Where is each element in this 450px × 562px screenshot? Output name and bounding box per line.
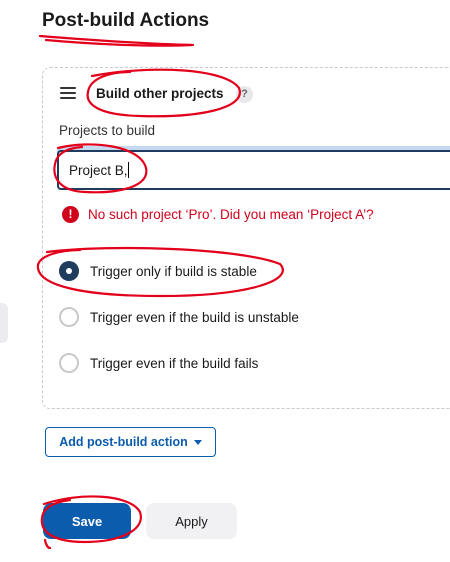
hamburger-icon[interactable] <box>60 87 76 101</box>
radio-label[interactable]: Trigger only if build is stable <box>90 264 257 279</box>
error-text: No such project ‘Pro’. Did you mean ‘Pro… <box>88 207 374 222</box>
radio-trigger-stable[interactable]: Trigger only if build is stable <box>59 261 257 281</box>
projects-to-build-label: Projects to build <box>59 123 156 138</box>
add-post-build-action-label: Add post-build action <box>59 435 188 449</box>
radio-label[interactable]: Trigger even if the build is unstable <box>90 310 299 325</box>
apply-button[interactable]: Apply <box>146 503 237 539</box>
projects-input[interactable] <box>59 152 450 188</box>
radio-button[interactable] <box>59 307 79 327</box>
error-message: ! No such project ‘Pro’. Did you mean ‘P… <box>62 206 374 223</box>
radio-trigger-fails[interactable]: Trigger even if the build fails <box>59 353 258 373</box>
page: Post-build Actions Build other projects … <box>0 0 450 562</box>
build-step-title: Build other projects <box>96 86 224 101</box>
text-cursor <box>128 162 129 178</box>
error-icon: ! <box>62 206 79 223</box>
radio-label[interactable]: Trigger even if the build fails <box>90 356 258 371</box>
projects-input-wrapper <box>57 150 450 190</box>
section-title: Post-build Actions <box>42 10 210 31</box>
add-post-build-action-button[interactable]: Add post-build action <box>45 427 216 457</box>
help-icon[interactable]: ? <box>236 86 253 103</box>
save-button[interactable]: Save <box>43 503 131 539</box>
radio-button[interactable] <box>59 353 79 373</box>
radio-button-selected[interactable] <box>59 261 79 281</box>
caret-down-icon <box>193 439 202 445</box>
annotation-underline-title <box>38 34 195 47</box>
side-panel-edge <box>0 303 8 343</box>
radio-trigger-unstable[interactable]: Trigger even if the build is unstable <box>59 307 299 327</box>
